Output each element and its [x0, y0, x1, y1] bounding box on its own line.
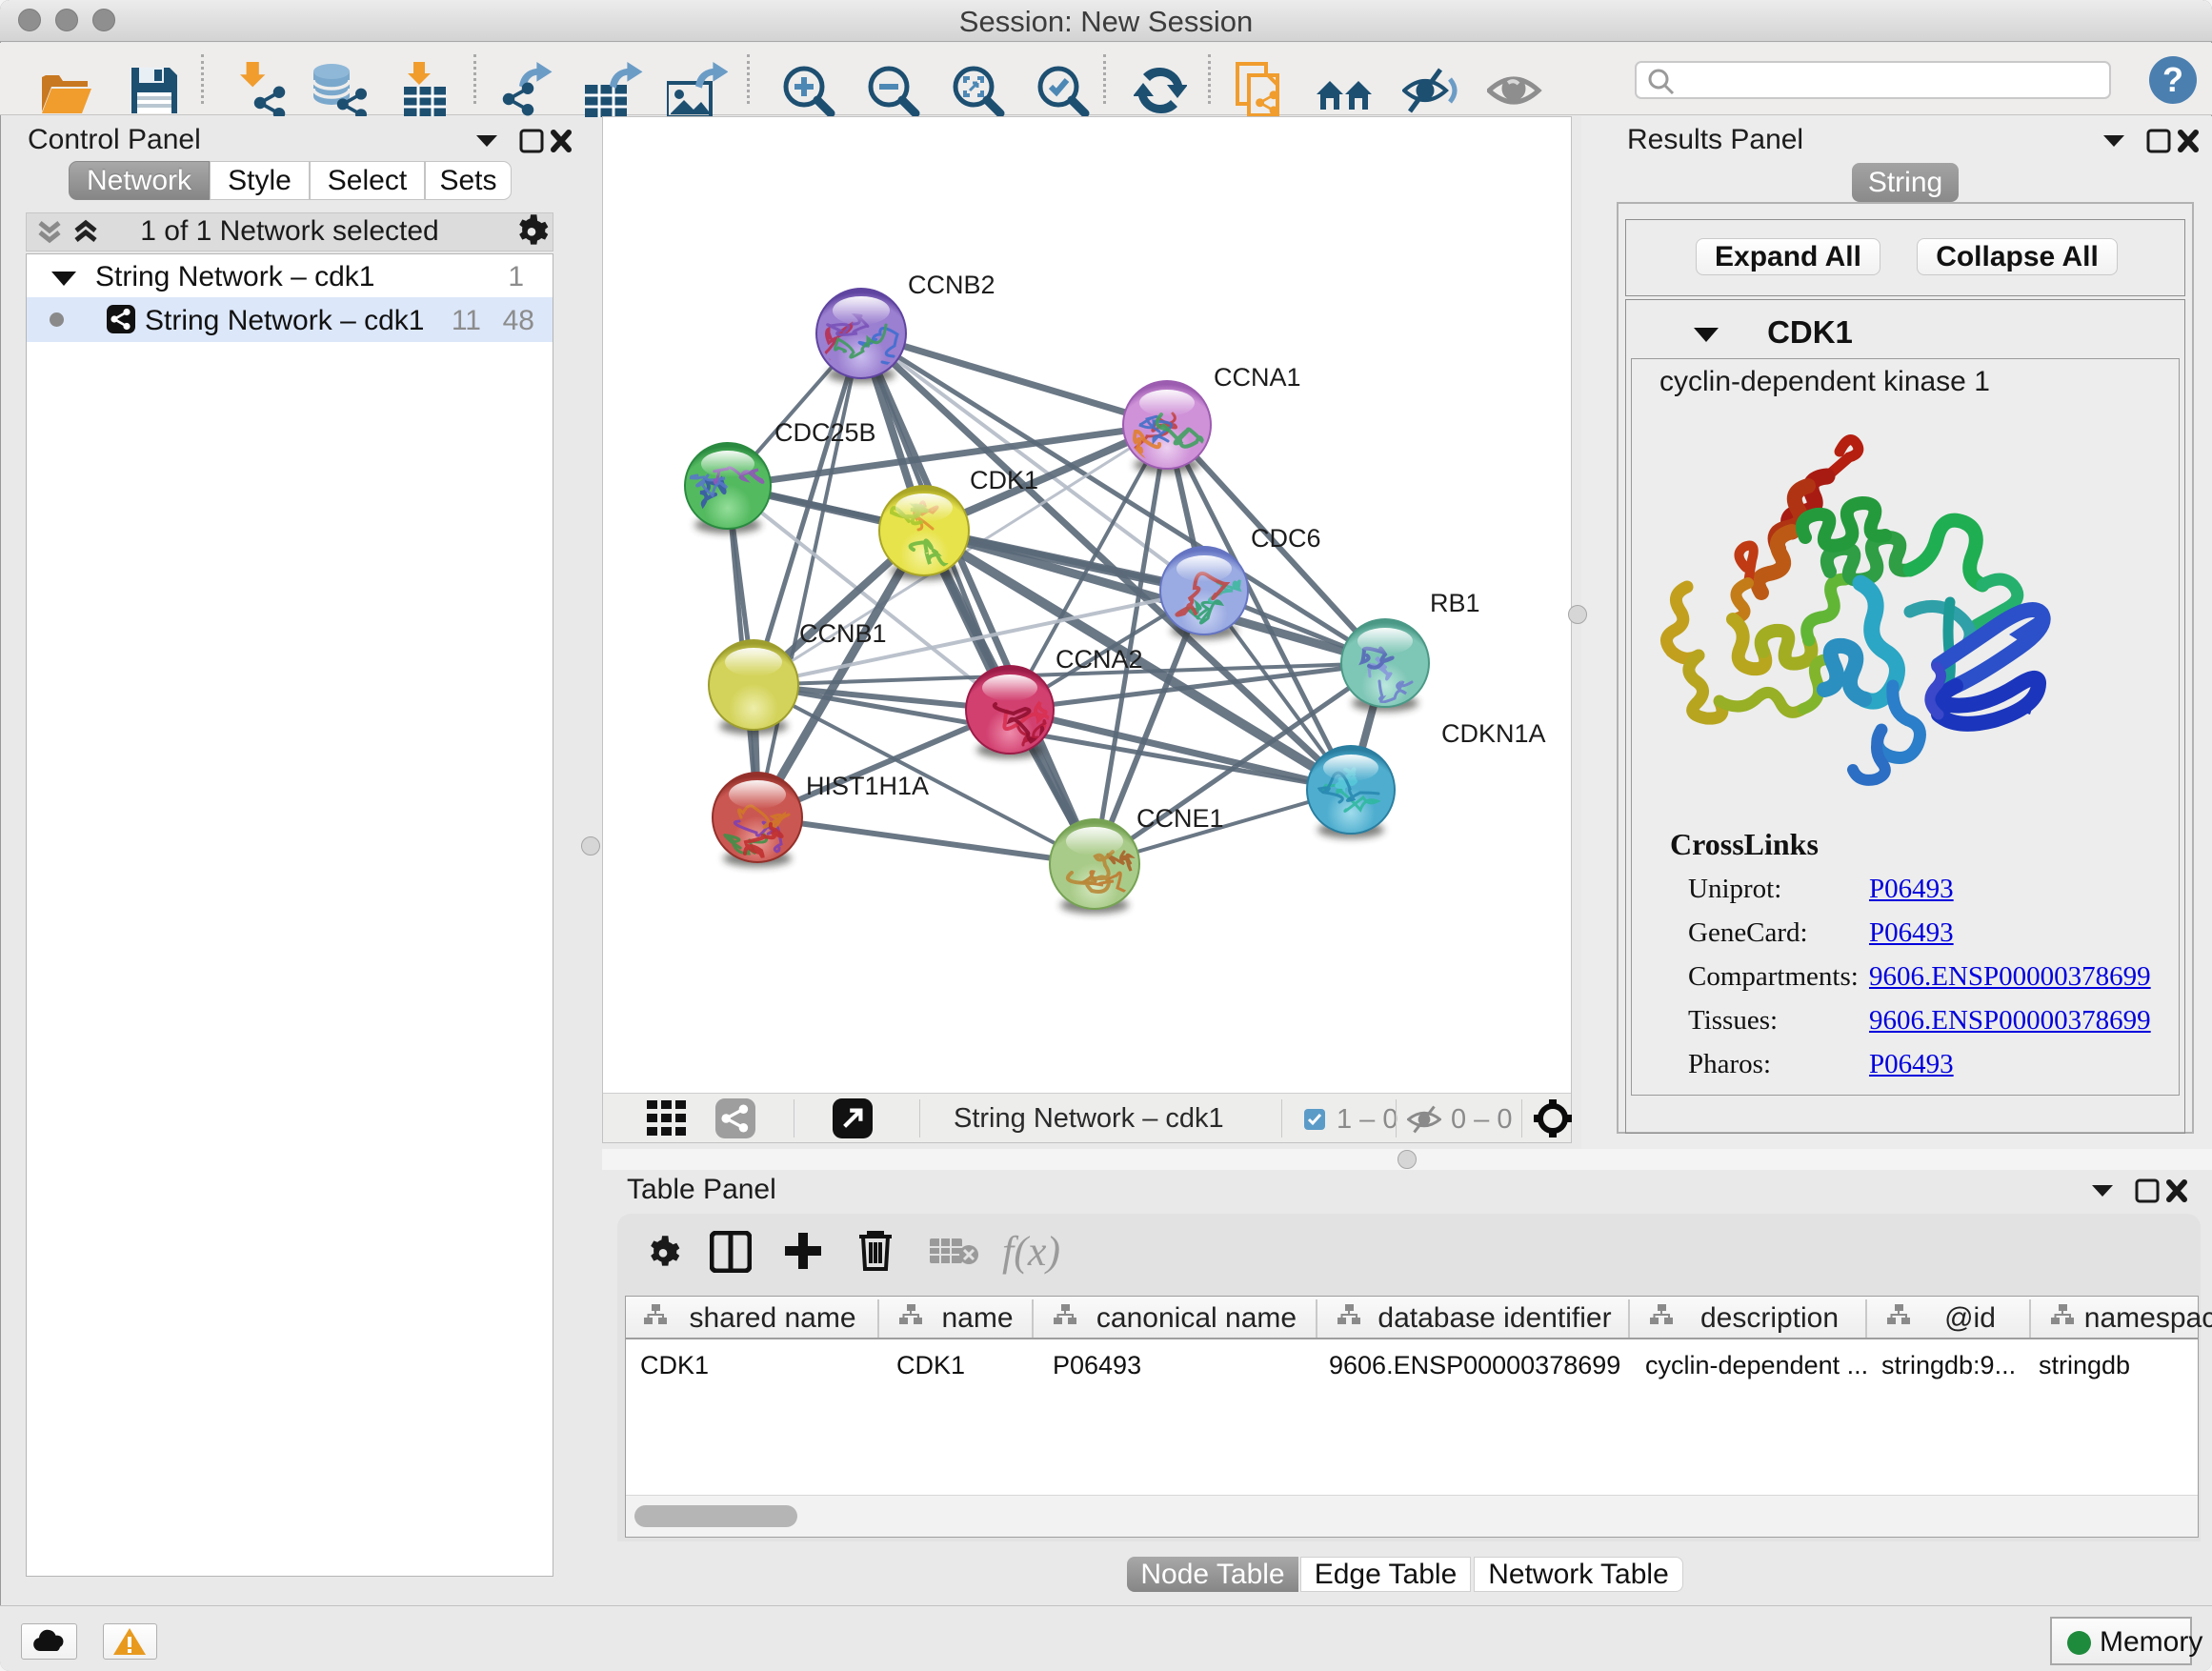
svg-text:CCNA1: CCNA1 — [1214, 363, 1301, 392]
svg-text:CCNA2: CCNA2 — [1056, 645, 1143, 674]
svg-text:CDC6: CDC6 — [1251, 524, 1321, 553]
svg-text:CDC25B: CDC25B — [774, 418, 876, 447]
svg-text:CCNB1: CCNB1 — [799, 619, 887, 648]
svg-text:RB1: RB1 — [1430, 589, 1480, 617]
svg-text:CCNE1: CCNE1 — [1136, 804, 1224, 833]
svg-text:CDKN1A: CDKN1A — [1441, 719, 1546, 748]
svg-text:HIST1H1A: HIST1H1A — [806, 772, 929, 800]
svg-text:CCNB2: CCNB2 — [908, 271, 995, 299]
svg-text:CDK1: CDK1 — [970, 466, 1038, 494]
